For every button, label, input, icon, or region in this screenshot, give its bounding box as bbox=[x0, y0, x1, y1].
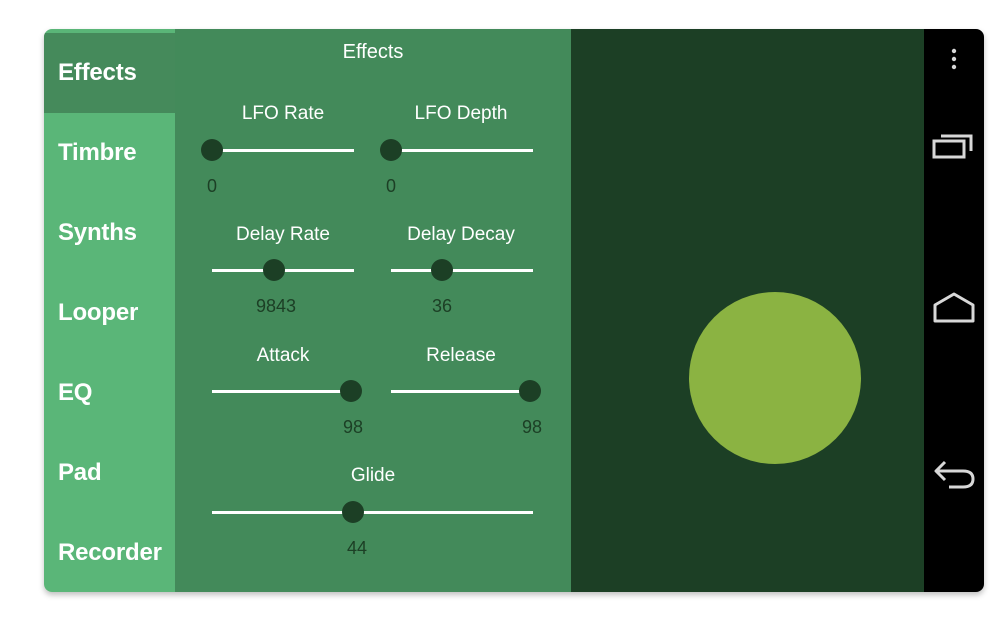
lfo-rate-value: 0 bbox=[206, 176, 218, 196]
slider-thumb[interactable] bbox=[519, 380, 542, 402]
lfo-depth-label: LFO Depth bbox=[414, 103, 508, 124]
lfo-depth-value: 0 bbox=[385, 176, 397, 196]
home-button[interactable] bbox=[924, 291, 984, 325]
app-window: Effects Timbre Synths Looper EQ Pad Reco… bbox=[44, 29, 984, 592]
sidebar-item-label: Effects bbox=[58, 59, 137, 86]
slider-track[interactable] bbox=[212, 389, 354, 393]
sidebar-item-effects[interactable]: Effects bbox=[44, 33, 180, 113]
glide-value: 44 bbox=[346, 538, 368, 558]
release-label: Release bbox=[426, 345, 496, 366]
lfo-rate-label: LFO Rate bbox=[241, 103, 325, 124]
sidebar-item-label: Synths bbox=[58, 219, 137, 246]
panel-title: Effects bbox=[342, 41, 404, 63]
system-navbar bbox=[924, 29, 984, 592]
delay-rate-value: 9843 bbox=[255, 296, 297, 316]
sidebar-item-looper[interactable]: Looper bbox=[44, 273, 175, 353]
slider-thumb[interactable] bbox=[342, 501, 365, 523]
sidebar-item-label: EQ bbox=[58, 379, 93, 406]
sidebar-item-recorder[interactable]: Recorder bbox=[44, 513, 175, 592]
glide-label: Glide bbox=[350, 465, 396, 486]
slider-thumb[interactable] bbox=[340, 380, 363, 402]
sidebar-item-label: Pad bbox=[58, 459, 102, 486]
recent-apps-icon[interactable] bbox=[931, 129, 977, 163]
delay-rate-label: Delay Rate bbox=[236, 224, 330, 245]
pad-touch-indicator[interactable] bbox=[689, 292, 861, 464]
sidebar-item-eq[interactable]: EQ bbox=[44, 353, 175, 433]
home-icon[interactable] bbox=[931, 291, 977, 325]
slider-thumb[interactable] bbox=[201, 139, 223, 161]
sidebar-item-label: Timbre bbox=[58, 139, 137, 166]
recent-apps-button[interactable] bbox=[924, 129, 984, 163]
delay-decay-value: 36 bbox=[431, 296, 453, 316]
delay-decay-label: Delay Decay bbox=[407, 224, 515, 245]
sidebar-item-timbre[interactable]: Timbre bbox=[44, 113, 175, 193]
slider-track[interactable] bbox=[212, 510, 533, 514]
slider-track[interactable] bbox=[391, 148, 533, 152]
attack-value: 98 bbox=[342, 417, 364, 437]
slider-track[interactable] bbox=[391, 389, 533, 393]
overflow-menu-button[interactable] bbox=[924, 46, 984, 72]
xy-pad[interactable] bbox=[571, 29, 924, 592]
sidebar-item-label: Looper bbox=[58, 299, 139, 326]
overflow-menu-icon[interactable] bbox=[948, 46, 960, 72]
attack-label: Attack bbox=[256, 345, 310, 366]
slider-track[interactable] bbox=[212, 148, 354, 152]
sidebar-item-pad[interactable]: Pad bbox=[44, 433, 175, 513]
back-button[interactable] bbox=[924, 457, 984, 491]
slider-thumb[interactable] bbox=[431, 259, 454, 281]
sidebar-item-synths[interactable]: Synths bbox=[44, 193, 175, 273]
slider-thumb[interactable] bbox=[263, 259, 286, 281]
back-icon[interactable] bbox=[931, 457, 977, 491]
slider-track[interactable] bbox=[391, 268, 533, 272]
sidebar-item-label: Recorder bbox=[58, 539, 162, 566]
release-value: 98 bbox=[521, 417, 543, 437]
slider-thumb[interactable] bbox=[380, 139, 402, 161]
sidebar: Effects Timbre Synths Looper EQ Pad Reco… bbox=[44, 29, 180, 592]
effects-panel: Effects LFO Rate 0 LFO Depth 0 Delay Rat… bbox=[175, 29, 571, 592]
